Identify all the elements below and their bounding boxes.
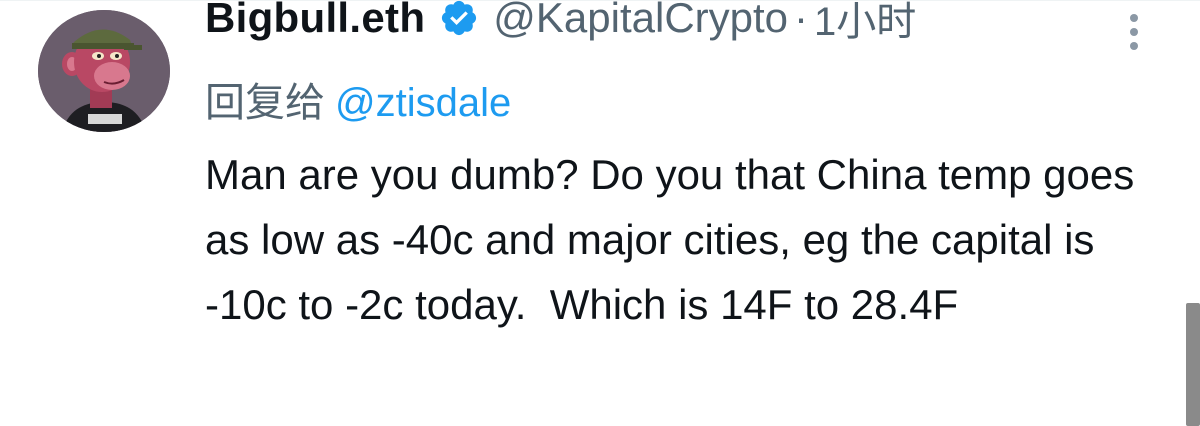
bored-ape-avatar-image [38, 10, 170, 132]
separator-dot: · [794, 0, 809, 41]
tweet-text: Man are you dumb? Do you that China temp… [205, 151, 1146, 328]
tweet-header: Bigbull.eth @KapitalCrypto · 1小时 [205, 0, 916, 50]
author-handle[interactable]: @KapitalCrypto [493, 0, 788, 42]
avatar[interactable] [38, 10, 170, 132]
reply-context: 回复给 @ztisdale [205, 70, 511, 128]
tweet[interactable]: Bigbull.eth @KapitalCrypto · 1小时 回复给 @zti… [0, 0, 1200, 426]
reply-to-handle-link[interactable]: @ztisdale [335, 81, 511, 125]
scrollbar-thumb[interactable] [1186, 303, 1200, 426]
display-name[interactable]: Bigbull.eth [205, 0, 425, 42]
timestamp[interactable]: 1小时 [814, 0, 916, 47]
more-options-icon[interactable] [1124, 14, 1144, 54]
verified-badge-icon [439, 0, 479, 38]
reply-prefix: 回复给 [205, 81, 325, 125]
